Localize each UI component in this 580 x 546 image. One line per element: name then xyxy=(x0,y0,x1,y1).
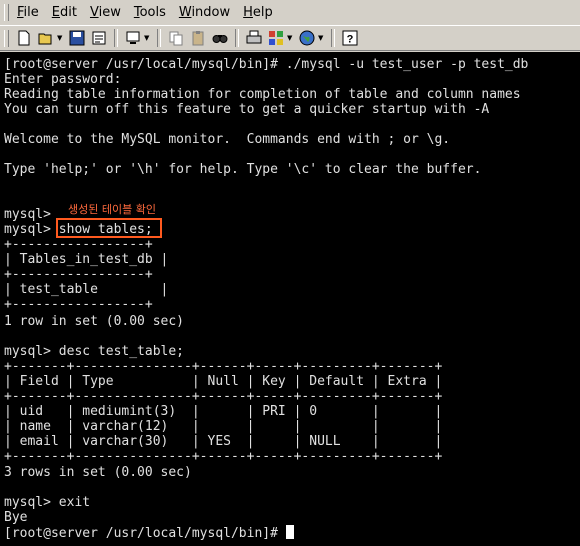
menu-accelerator: W xyxy=(178,4,192,20)
security-icon[interactable] xyxy=(266,28,286,48)
terminal-line: | email | varchar(30) | YES | | NULL | | xyxy=(4,434,443,449)
menu-items: File Edit View Tools Window Help xyxy=(13,5,282,20)
menu-item-file[interactable]: File xyxy=(13,5,43,20)
screen-icon[interactable] xyxy=(123,28,143,48)
save-icon[interactable] xyxy=(67,28,87,48)
menu-label-rest: ile xyxy=(23,4,39,20)
terminal-line: Type 'help;' or '\h' for help. Type '\c'… xyxy=(4,162,482,177)
highlight-box xyxy=(56,218,162,238)
terminal-window[interactable]: [root@server /usr/local/mysql/bin]# ./my… xyxy=(0,52,580,546)
paste-icon[interactable] xyxy=(188,28,208,48)
toolbar-separator xyxy=(157,29,161,47)
terminal-line: [root@server /usr/local/mysql/bin]# ./my… xyxy=(4,57,529,72)
terminal-line: +-------+---------------+------+-----+--… xyxy=(4,449,443,464)
menu-label-rest: iew xyxy=(98,4,121,20)
terminal-line: 1 row in set (0.00 sec) xyxy=(4,314,185,329)
toolbar: ▼ ▼ ▼ ▼ ? xyxy=(0,25,580,51)
print-icon[interactable] xyxy=(244,28,264,48)
menu-label-rest: dit xyxy=(60,4,77,20)
toolbar-separator xyxy=(114,29,118,47)
help-icon[interactable]: ? xyxy=(340,28,360,48)
open-icon[interactable] xyxy=(36,28,56,48)
menu-item-tools[interactable]: Tools xyxy=(130,5,170,20)
menu-accelerator: V xyxy=(89,4,99,20)
terminal-line: mysql> desc test_table; xyxy=(4,344,185,359)
menu-label-rest: ools xyxy=(139,4,166,20)
terminal-line: +-------+---------------+------+-----+--… xyxy=(4,359,443,374)
terminal-line: | Tables_in_test_db | xyxy=(4,252,169,267)
menu-accelerator: E xyxy=(51,4,60,20)
terminal-line: | name | varchar(12) | | | | | xyxy=(4,419,443,434)
menu-item-help[interactable]: Help xyxy=(239,5,277,20)
security-dropdown[interactable]: ▼ xyxy=(287,34,294,42)
terminal-line: [root@server /usr/local/mysql/bin]# xyxy=(4,525,294,541)
menu-accelerator: H xyxy=(243,4,253,20)
terminal-line: Welcome to the MySQL monitor. Commands e… xyxy=(4,132,451,147)
menu-grip xyxy=(4,3,9,21)
terminal-line: +-------+---------------+------+-----+--… xyxy=(4,389,443,404)
menu-item-window[interactable]: Window xyxy=(175,5,234,20)
terminal-line: +-----------------+ xyxy=(4,267,153,282)
terminal-line: mysql> exit xyxy=(4,495,91,510)
menu-item-edit[interactable]: Edit xyxy=(48,5,81,20)
find-icon[interactable] xyxy=(210,28,230,48)
toolbar-separator xyxy=(331,29,335,47)
terminal-line: Bye xyxy=(4,510,28,525)
open-dropdown[interactable]: ▼ xyxy=(57,34,64,42)
svg-text:?: ? xyxy=(347,34,354,46)
menu-item-view[interactable]: View xyxy=(86,5,125,20)
menu-label-rest: elp xyxy=(252,4,273,20)
toolbar-separator xyxy=(235,29,239,47)
terminal-line: | uid | mediumint(3) | | PRI | 0 | | xyxy=(4,404,443,419)
menu-label-rest: indow xyxy=(191,4,231,20)
terminal-line: +-----------------+ xyxy=(4,297,153,312)
properties-icon[interactable] xyxy=(89,28,109,48)
terminal-line: +-----------------+ xyxy=(4,237,153,252)
menu-bar: File Edit View Tools Window Help xyxy=(0,0,580,24)
screen-dropdown[interactable]: ▼ xyxy=(144,34,151,42)
toolbar-grip xyxy=(4,29,9,47)
terminal-line: mysql> xyxy=(4,207,51,222)
terminal-line: You can turn off this feature to get a q… xyxy=(4,102,490,117)
globe-icon[interactable] xyxy=(297,28,317,48)
terminal-line: | test_table | xyxy=(4,282,169,297)
terminal-line: | Field | Type | Null | Key | Default | … xyxy=(4,374,443,389)
copy-icon[interactable] xyxy=(166,28,186,48)
globe-dropdown[interactable]: ▼ xyxy=(318,34,325,42)
text-cursor xyxy=(285,525,294,539)
annotation-label: 생성된 테이블 확인 xyxy=(68,203,156,216)
terminal-line: Reading table information for completion… xyxy=(4,87,521,102)
terminal-line: Enter password: xyxy=(4,72,122,87)
new-icon[interactable] xyxy=(14,28,34,48)
terminal-line: 3 rows in set (0.00 sec) xyxy=(4,465,192,480)
